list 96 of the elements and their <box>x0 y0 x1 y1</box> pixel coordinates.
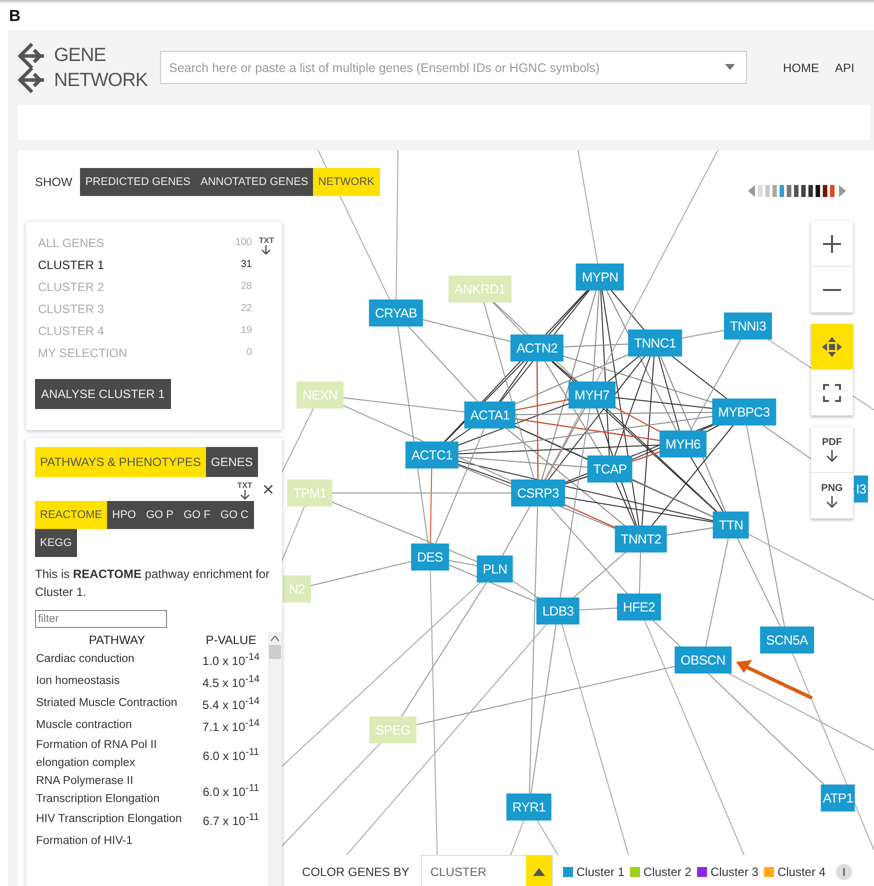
nav-link[interactable]: HOME <box>783 60 819 74</box>
p-value-cell-text: 6.0 x 10$^{-11}$ <box>202 782 260 800</box>
show-label: SHOW <box>35 175 72 189</box>
p-value-cell-text: 4.5 x 10$^{-14}$ <box>201 672 261 692</box>
logo-icon <box>18 42 46 94</box>
close-button[interactable]: × <box>262 482 274 498</box>
gene-node[interactable]: CSRP3 <box>511 480 565 506</box>
download-arrow-icon <box>826 496 838 508</box>
gene-node[interactable]: MYBPC3 <box>712 398 776 426</box>
gene-node[interactable]: ACTN2 <box>510 334 564 362</box>
gene-node[interactable]: I3 <box>854 476 868 502</box>
download-arrow-icon <box>240 490 250 500</box>
source-tab[interactable]: KEGG <box>35 529 77 557</box>
filter-field[interactable]: filter <box>35 610 167 628</box>
gene-node[interactable]: TNNC1 <box>628 330 682 356</box>
gene-node[interactable]: MYPN <box>576 264 624 290</box>
export-button[interactable]: PDF <box>811 427 853 473</box>
gene-node[interactable]: OBSCN <box>674 646 732 674</box>
fullscreen-button[interactable] <box>811 370 853 416</box>
panel-tab[interactable]: GENES <box>206 447 258 477</box>
source-tab[interactable]: GO F <box>178 501 216 529</box>
column-header: P-VALUE <box>204 633 258 647</box>
gene-node[interactable]: RYR1 <box>506 794 552 820</box>
download-arrow-icon <box>261 245 272 255</box>
source-tab[interactable]: REACTOME <box>35 501 108 529</box>
legend-label: Cluster 1 <box>576 864 624 878</box>
legend-label: Cluster 2 <box>643 864 692 878</box>
gene-node[interactable]: TNNT2 <box>614 526 668 552</box>
zoom-in-button[interactable] <box>811 221 853 267</box>
caret-icon <box>725 64 735 70</box>
color-by-label: COLOR GENES BY <box>302 864 410 878</box>
gene-node[interactable]: ATP1 <box>820 784 856 812</box>
gene-node[interactable]: LDB3 <box>536 598 580 624</box>
txt-download-button[interactable]: TXT <box>258 236 274 255</box>
pathway-cell-text: Muscle contraction <box>36 718 133 733</box>
gene-node[interactable]: TCAP <box>587 456 633 482</box>
cluster-item[interactable]: ALL GENES 100 <box>38 232 252 254</box>
color-by-select[interactable]: CLUSTER <box>421 855 554 886</box>
description-text: This is REACTOME pathway enrichment for Cluster 1. <box>35 566 271 601</box>
minus-icon <box>822 288 842 290</box>
source-tab[interactable]: GO P <box>140 501 178 529</box>
gene-node[interactable]: MYH7 <box>568 382 616 408</box>
info-icon[interactable] <box>836 864 852 880</box>
logo-text: GENE NETWORK <box>54 44 148 92</box>
nav-link[interactable]: API <box>835 60 854 74</box>
p-value-cell-text: 7.1 x 10$^{-14}$ <box>201 716 261 736</box>
pathway-cell-text: Formation of RNA Pol II elongation complex <box>36 738 158 771</box>
analyse-button[interactable]: ANALYSE CLUSTER 1 <box>35 379 171 409</box>
download-arrow-icon <box>826 450 838 462</box>
pathway-cell-text: Formation of HIV-1 <box>36 834 134 849</box>
scroll-up-icon[interactable] <box>271 636 279 641</box>
gene-node[interactable]: ACTC1 <box>405 442 459 468</box>
pathway-cell-text: Striated Muscle Contraction <box>36 696 178 711</box>
gene-node[interactable]: MYH6 <box>660 430 706 458</box>
legend-label: Cluster 3 <box>710 864 758 878</box>
pathway-cell-text: Cardiac conduction <box>36 652 136 667</box>
gene-node[interactable]: ACTA1 <box>464 402 516 428</box>
view-tab[interactable]: PREDICTED GENES <box>80 168 196 196</box>
gene-node[interactable]: DES <box>411 544 449 570</box>
fullscreen-icon <box>823 384 841 402</box>
view-tab[interactable]: NETWORK <box>313 168 380 196</box>
move-button[interactable] <box>811 324 853 370</box>
gene-node[interactable]: PLN <box>476 556 514 582</box>
scrollbar[interactable] <box>268 632 282 886</box>
plus-icon <box>822 234 842 254</box>
cluster-item[interactable]: MY SELECTION 0 <box>38 342 252 364</box>
export-button[interactable]: PNG <box>811 473 853 519</box>
caret-icon <box>533 868 546 876</box>
gene-node[interactable]: SCN5A <box>760 626 814 654</box>
figure-label: B <box>9 8 22 26</box>
cluster-item[interactable]: CLUSTER 1 31 <box>38 254 252 276</box>
txt-download-button[interactable]: TXT <box>237 480 252 500</box>
move-icon <box>821 336 843 358</box>
cluster-item[interactable]: CLUSTER 2 28 <box>38 276 252 298</box>
cluster-item[interactable]: CLUSTER 4 19 <box>38 320 252 342</box>
column-header: PATHWAY <box>88 633 146 647</box>
pathway-cell-text: Ion homeostasis <box>36 674 121 689</box>
legend-label: Cluster 4 <box>777 864 826 878</box>
p-value-cell-text: 6.7 x 10$^{-11}$ <box>202 810 260 830</box>
search-field[interactable]: Search here or paste a list of multiple genes (Ensembl IDs or HGNC symbols) <box>160 51 747 84</box>
edge-color-scale-icon[interactable] <box>748 184 846 198</box>
p-value-cell-text: 6.0 x 10$^{-11}$ <box>202 746 260 764</box>
gene-node[interactable]: TNNI3 <box>724 312 772 340</box>
p-value-cell-text: 1.0 x 10$^{-14}$ <box>201 650 261 670</box>
gene-node[interactable]: CRYAB <box>368 300 424 326</box>
source-tab[interactable]: GO C <box>215 501 254 529</box>
scrollbar-thumb[interactable] <box>269 645 281 659</box>
gene-node[interactable]: HFE2 <box>616 594 662 620</box>
view-tab[interactable]: ANNOTATED GENES <box>195 168 314 196</box>
source-tab[interactable]: HPO <box>107 501 141 529</box>
p-value-cell-text: 5.4 x 10$^{-14}$ <box>201 694 261 714</box>
cluster-item[interactable]: CLUSTER 3 22 <box>38 298 252 320</box>
pathway-cell-text: RNA Polymerase II Transcription Elongation <box>36 774 161 807</box>
panel-tab[interactable]: PATHWAYS & PHENOTYPES <box>35 447 206 477</box>
gene-node[interactable]: TTN <box>712 512 750 538</box>
pathway-cell-text: HIV Transcription Elongation <box>36 812 183 827</box>
